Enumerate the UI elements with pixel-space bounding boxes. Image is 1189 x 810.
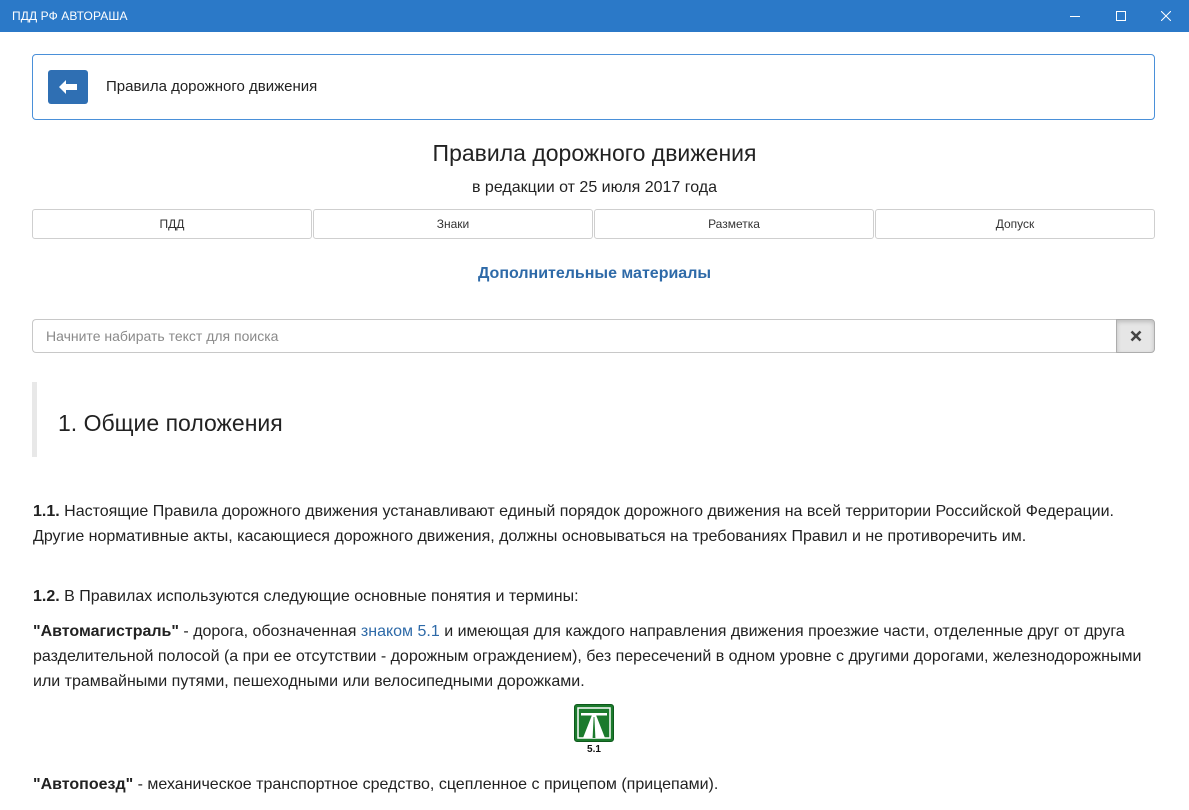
paragraph-text: Настоящие Правила дорожного движения уст… — [33, 503, 1114, 545]
main-content: Правила дорожного движения Правила дорож… — [0, 32, 1189, 810]
section-heading-block: 1. Общие положения — [32, 382, 1155, 457]
definition-text: - механическое транспортное средство, сц… — [133, 776, 719, 793]
paragraph-number: 1.1. — [33, 503, 60, 520]
close-button[interactable] — [1143, 0, 1189, 32]
paragraph-1-1: 1.1. Настоящие Правила дорожного движени… — [33, 499, 1153, 549]
document-subtitle: в редакции от 25 июля 2017 года — [471, 179, 717, 196]
document-title: Правила дорожного движения — [432, 140, 757, 166]
term: "Автомагистраль" — [33, 623, 179, 640]
header-title: Правила дорожного движения — [106, 78, 318, 95]
tab-admission[interactable]: Допуск — [875, 209, 1155, 239]
tab-signs[interactable]: Знаки — [313, 209, 593, 239]
arrow-left-icon — [59, 80, 77, 94]
app-title: ПДД РФ АВТОРАША — [12, 9, 128, 23]
back-button[interactable] — [48, 70, 88, 104]
clear-icon — [1130, 330, 1141, 342]
paragraph-number: 1.2. — [33, 588, 60, 605]
search-bar — [32, 319, 1155, 353]
search-input[interactable] — [32, 319, 1116, 353]
tab-pdd[interactable]: ПДД — [32, 209, 312, 239]
minimize-button[interactable] — [1052, 0, 1098, 32]
section-tabs: ПДД Знаки Разметка Допуск — [32, 209, 1155, 239]
tab-markings[interactable]: Разметка — [594, 209, 874, 239]
title-bar: ПДД РФ АВТОРАША — [0, 0, 1189, 32]
maximize-button[interactable] — [1098, 0, 1144, 32]
sign-5-1-link[interactable]: знаком 5.1 — [361, 623, 440, 640]
definition-road-train: "Автопоезд" - механическое транспортное … — [33, 772, 1153, 797]
definition-text: - дорога, обозначенная — [178, 623, 361, 640]
clear-search-button[interactable] — [1116, 319, 1155, 353]
page-header: Правила дорожного движения — [32, 54, 1155, 120]
motorway-sign-icon — [574, 704, 614, 742]
motorway-sign: 5.1 — [574, 704, 614, 755]
paragraph-1-2: 1.2. В Правилах используются следующие о… — [33, 584, 1153, 609]
term: "Автопоезд" — [33, 776, 134, 793]
section-title: 1. Общие положения — [58, 410, 283, 436]
additional-materials-link[interactable]: Дополнительные материалы — [0, 265, 1189, 283]
paragraph-text: В Правилах используются следующие основн… — [59, 588, 579, 605]
sign-caption: 5.1 — [587, 744, 601, 755]
close-icon — [1161, 11, 1171, 21]
maximize-icon — [1116, 11, 1126, 21]
definition-motorway: "Автомагистраль" - дорога, обозначенная … — [33, 619, 1153, 694]
minimize-icon — [1070, 16, 1080, 17]
